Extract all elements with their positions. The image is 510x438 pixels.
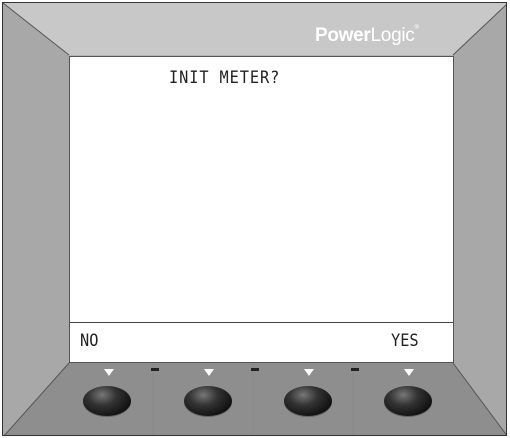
screen-message: INIT METER? [169, 68, 281, 88]
softkey-label-no: NO [80, 331, 99, 351]
softkey-divider [70, 322, 453, 323]
meter-panel: PowerLogic® INIT METER? NO YES [2, 2, 507, 436]
softkey-3-pointer-icon [304, 369, 314, 376]
softkey-2-button[interactable] [184, 386, 232, 416]
powerlogic-logo: PowerLogic® [315, 25, 419, 47]
key-separator [351, 368, 359, 371]
lcd-screen: INIT METER? NO YES [69, 56, 454, 363]
key-separator [151, 368, 159, 371]
brand-name-light: Logic [370, 25, 415, 46]
softkey-4-button[interactable] [384, 386, 432, 416]
brand-trademark: ® [414, 25, 419, 31]
softkey-2-pointer-icon [204, 369, 214, 376]
softkey-1-button[interactable] [83, 386, 131, 416]
brand-name-bold: Power [315, 25, 371, 46]
softkey-label-yes: YES [391, 331, 419, 351]
softkey-3-button[interactable] [284, 386, 332, 416]
key-separator [251, 368, 259, 371]
softkey-4-pointer-icon [404, 369, 414, 376]
softkey-1-pointer-icon [104, 369, 114, 376]
